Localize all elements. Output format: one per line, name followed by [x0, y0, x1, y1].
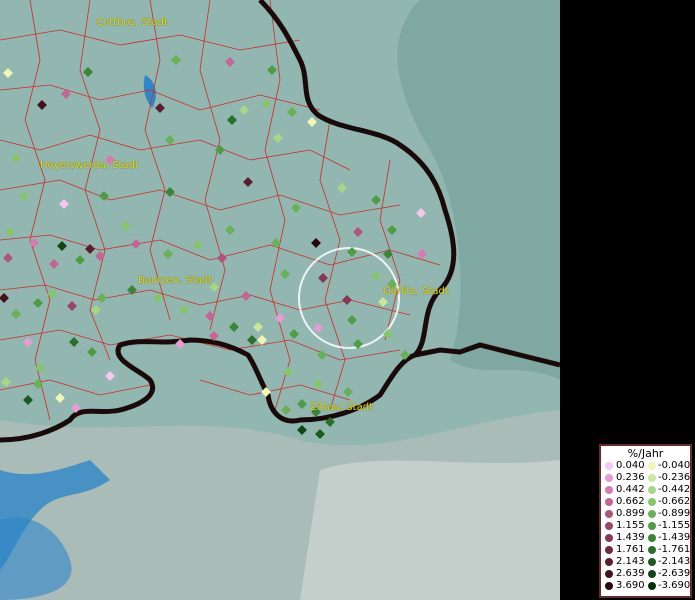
legend-label-negative: -0.662: [658, 496, 691, 507]
legend-label-negative: -0.040: [658, 460, 691, 471]
legend-label-positive: 2.639: [616, 568, 645, 579]
map-view[interactable]: Cottbus, Stadt Hoyerswerda, Stadt Bautze…: [0, 0, 560, 600]
legend: %/Jahr 0.040 -0.040 0.236 -0.236 0.442 -0.442…: [599, 444, 692, 598]
legend-swatch-negative: [648, 462, 656, 470]
legend-label-negative: -3.690: [658, 580, 691, 591]
legend-row: 0.442 -0.442: [601, 484, 690, 496]
legend-swatch-negative: [648, 534, 656, 542]
legend-swatch-negative: [648, 510, 656, 518]
mountain-ridge: [300, 460, 560, 600]
legend-swatch-positive: [605, 486, 613, 494]
legend-label-positive: 3.690: [616, 580, 645, 591]
legend-swatch-positive: [605, 546, 613, 554]
legend-label-positive: 0.236: [616, 472, 645, 483]
city-label-cottbus: Cottbus, Stadt: [96, 17, 168, 28]
legend-swatch-positive: [605, 522, 613, 530]
legend-label-negative: -2.143: [658, 556, 691, 567]
city-label-goerlitz: Görlitz, Stadt: [383, 286, 449, 297]
legend-swatch-negative: [648, 570, 656, 578]
legend-label-positive: 0.899: [616, 508, 645, 519]
city-label-bautzen: Bautzen, Stadt: [138, 275, 213, 286]
city-label-hoyerswerda: Hoyerswerda, Stadt: [40, 160, 139, 171]
legend-label-negative: -1.761: [658, 544, 691, 555]
legend-label-positive: 0.442: [616, 484, 645, 495]
legend-label-negative: -0.236: [658, 472, 691, 483]
legend-label-negative: -1.439: [658, 532, 691, 543]
legend-row: 0.236 -0.236: [601, 472, 690, 484]
legend-swatch-positive: [605, 462, 613, 470]
legend-row: 0.662 -0.662: [601, 496, 690, 508]
legend-row: 1.155 -1.155: [601, 520, 690, 532]
legend-label-negative: -1.155: [658, 520, 691, 531]
city-label-zittau: Zittau, Stadt: [310, 402, 373, 413]
map-app: Cottbus, Stadt Hoyerswerda, Stadt Bautze…: [0, 0, 695, 600]
legend-swatch-positive: [605, 510, 613, 518]
legend-row: 0.899 -0.899: [601, 508, 690, 520]
legend-label-positive: 1.439: [616, 532, 645, 543]
legend-swatch-negative: [648, 558, 656, 566]
legend-swatch-positive: [605, 582, 613, 590]
legend-swatch-negative: [648, 474, 656, 482]
legend-label-positive: 1.761: [616, 544, 645, 555]
legend-row: 1.761 -1.761: [601, 544, 690, 556]
legend-label-positive: 1.155: [616, 520, 645, 531]
legend-swatch-positive: [605, 474, 613, 482]
legend-swatch-negative: [648, 582, 656, 590]
legend-label-negative: -0.899: [658, 508, 691, 519]
legend-swatch-positive: [605, 498, 613, 506]
legend-swatch-negative: [648, 546, 656, 554]
legend-swatch-negative: [648, 522, 656, 530]
legend-row: 2.143 -2.143: [601, 556, 690, 568]
legend-label-positive: 0.040: [616, 460, 645, 471]
map-canvas[interactable]: [0, 0, 560, 600]
legend-label-positive: 0.662: [616, 496, 645, 507]
legend-label-negative: -2.639: [658, 568, 691, 579]
legend-label-negative: -0.442: [658, 484, 691, 495]
legend-title: %/Jahr: [627, 447, 664, 460]
legend-row: 1.439 -1.439: [601, 532, 690, 544]
legend-swatch-positive: [605, 534, 613, 542]
legend-row: 0.040 -0.040: [601, 460, 690, 472]
legend-swatch-negative: [648, 486, 656, 494]
legend-row: 2.639 -2.639: [601, 568, 690, 580]
legend-swatch-positive: [605, 570, 613, 578]
legend-swatch-positive: [605, 558, 613, 566]
legend-label-positive: 2.143: [616, 556, 645, 567]
legend-swatch-negative: [648, 498, 656, 506]
legend-row: 3.690 -3.690: [601, 580, 690, 592]
